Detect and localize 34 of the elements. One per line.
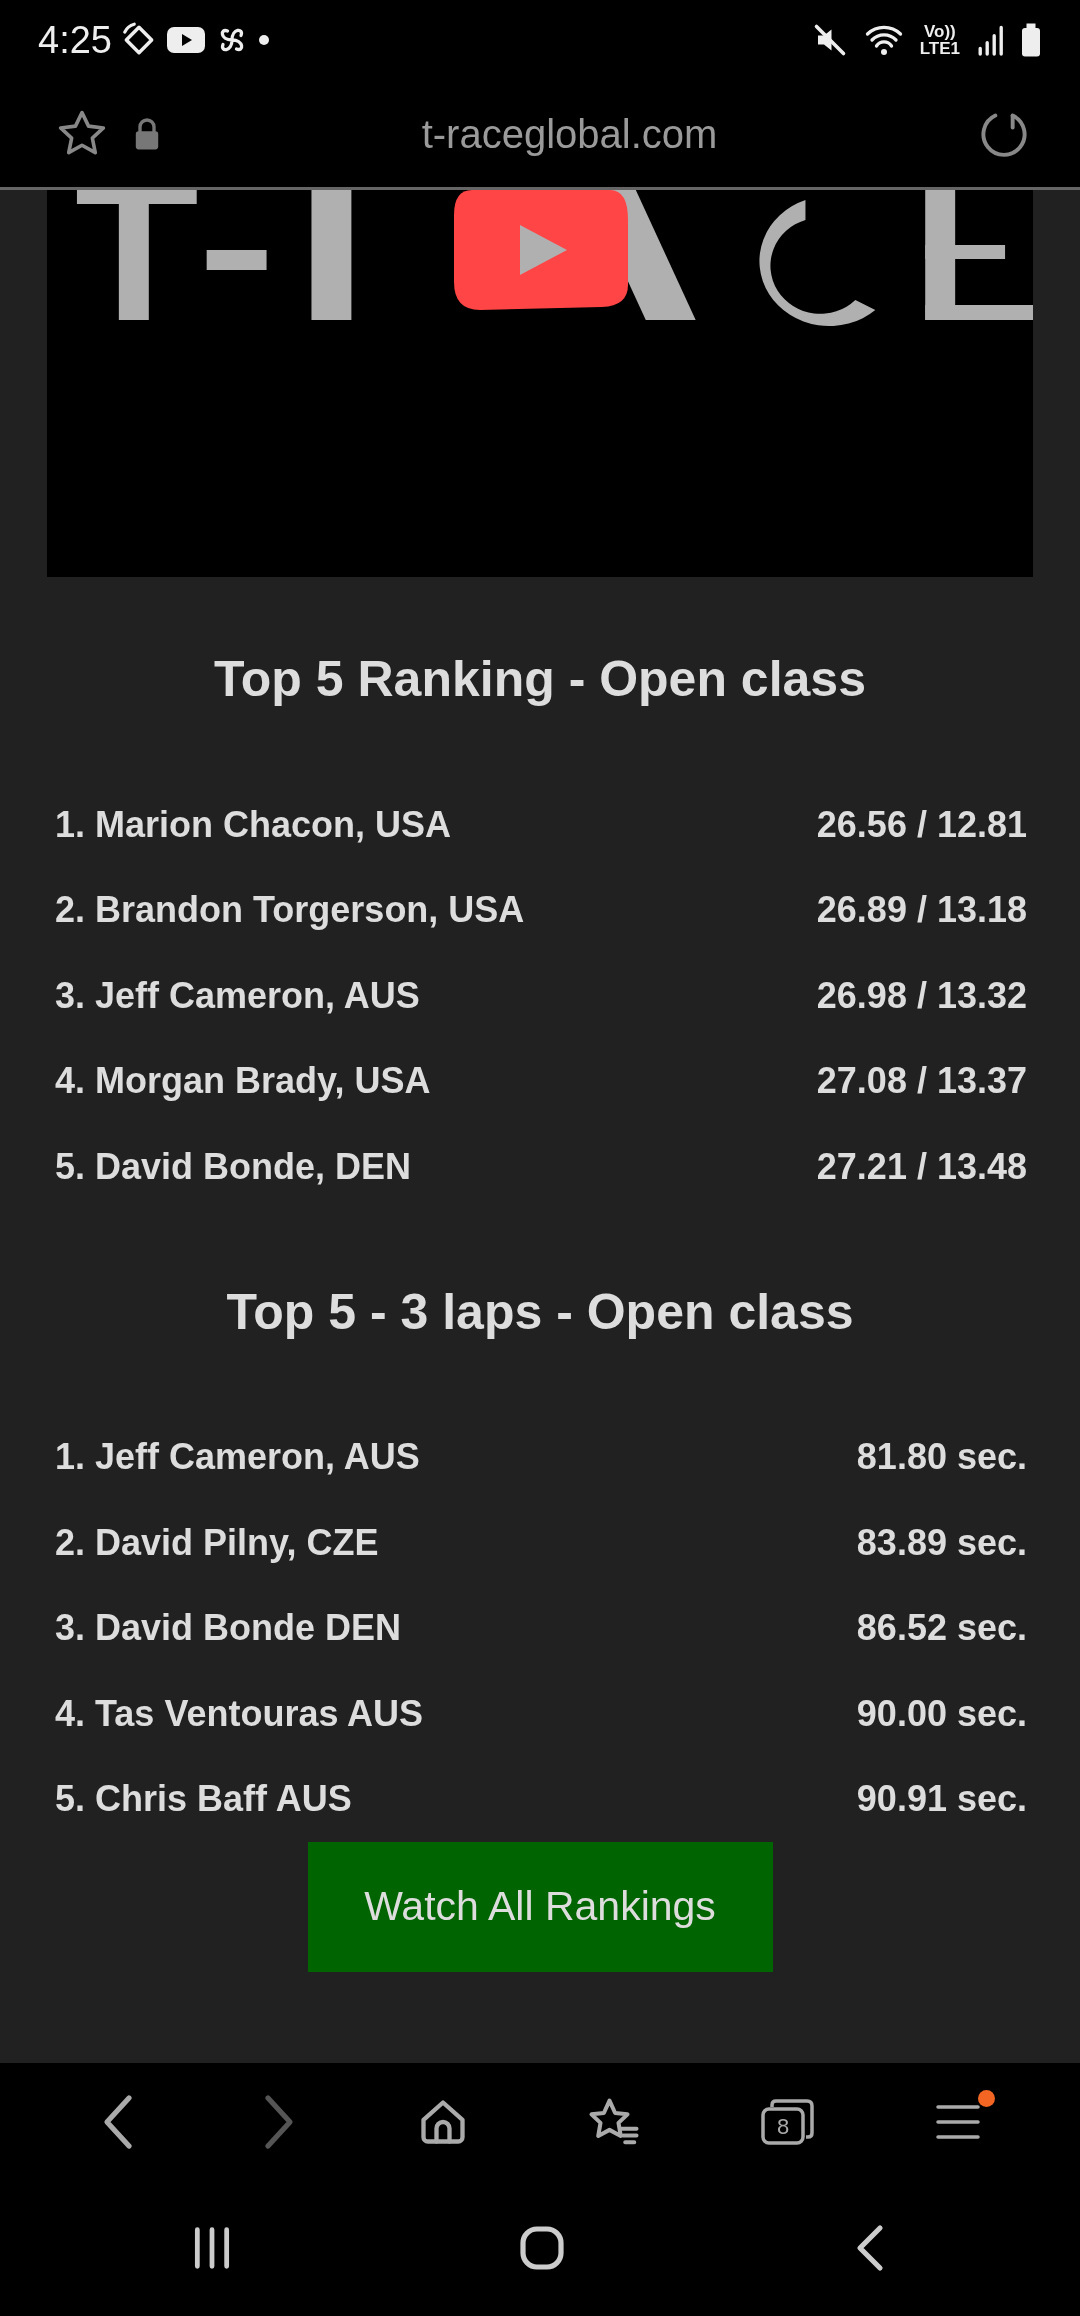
lock-icon bbox=[133, 116, 161, 151]
ranking-name: 2. Brandon Torgerson, USA bbox=[55, 888, 525, 933]
url-text[interactable]: t-raceglobal.com bbox=[421, 111, 718, 156]
ranking-result: 81.80 sec. bbox=[856, 1435, 1027, 1480]
ranking-name: 3. Jeff Cameron, AUS bbox=[55, 973, 420, 1018]
ranking-name: 2. David Pilny, CZE bbox=[55, 1520, 379, 1565]
network-label: Vo)) bbox=[922, 23, 957, 40]
dot-icon bbox=[257, 34, 270, 46]
home-button-icon[interactable] bbox=[518, 2224, 566, 2272]
ranking-result: 26.98 / 13.32 bbox=[816, 973, 1027, 1018]
clock-time: 4:25 bbox=[38, 17, 112, 63]
ranking-name: 4. Tas Ventouras AUS bbox=[55, 1691, 424, 1736]
signal-icon bbox=[976, 23, 1004, 57]
ranking-result: 26.56 / 12.81 bbox=[816, 802, 1027, 847]
ranking-result: 27.08 / 13.37 bbox=[816, 1059, 1027, 1104]
ranking-result: 27.21 / 13.48 bbox=[816, 1144, 1027, 1189]
ranking-result: 26.89 / 13.18 bbox=[816, 888, 1027, 933]
ranking-result: 90.00 sec. bbox=[856, 1691, 1027, 1736]
battery-icon bbox=[1020, 22, 1042, 58]
ranking-name: 1. Jeff Cameron, AUS bbox=[55, 1435, 420, 1480]
ranking-result: 90.91 sec. bbox=[856, 1777, 1027, 1822]
ranking-name: 3. David Bonde DEN bbox=[55, 1606, 402, 1651]
ranking-result: 86.52 sec. bbox=[856, 1606, 1027, 1651]
section-heading: Top 5 - 3 laps - Open class bbox=[225, 1282, 855, 1342]
ranking-name: 4. Morgan Brady, USA bbox=[55, 1059, 431, 1104]
play-button[interactable] bbox=[452, 190, 630, 310]
network-label: LTE1 bbox=[919, 40, 960, 57]
ranking-name: 5. Chris Baff AUS bbox=[55, 1777, 352, 1822]
video-play-icon bbox=[165, 25, 206, 55]
ranking-name: 1. Marion Chacon, USA bbox=[55, 802, 452, 847]
watch-rankings-button[interactable]: Watch All Rankings bbox=[307, 1842, 773, 1972]
section-heading: Top 5 Ranking - Open class bbox=[213, 650, 867, 709]
ranking-name: 5. David Bonde, DEN bbox=[55, 1144, 412, 1189]
ranking-result: 83.89 sec. bbox=[856, 1520, 1027, 1565]
